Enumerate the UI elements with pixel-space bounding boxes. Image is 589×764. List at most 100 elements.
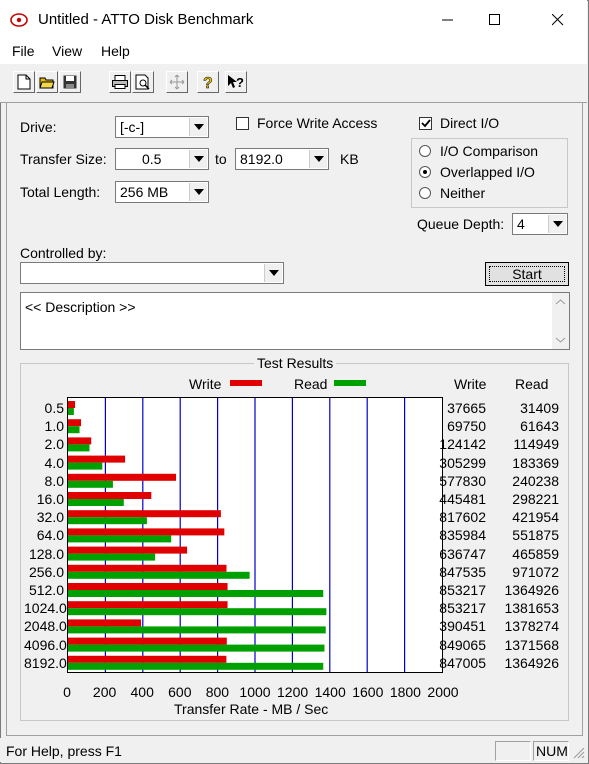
read-value: 31409 xyxy=(520,400,559,416)
write-bar xyxy=(68,637,227,645)
transfer-to-select[interactable]: 8192.0 xyxy=(235,148,329,170)
help-icon: ? xyxy=(203,75,213,90)
neither-label: Neither xyxy=(440,185,486,201)
write-bar xyxy=(68,528,225,536)
write-value: 124142 xyxy=(439,436,486,453)
read-bar xyxy=(68,499,124,506)
chevron-down-icon xyxy=(189,118,207,136)
force-write-checkbox[interactable] xyxy=(236,117,249,130)
description-textarea[interactable]: << Description >> xyxy=(20,292,570,350)
write-value: 835984 xyxy=(439,527,486,544)
read-bar xyxy=(68,408,74,415)
minimize-button[interactable] xyxy=(425,0,471,40)
chevron-down-icon xyxy=(548,215,566,233)
y-tick-label: 16.0 xyxy=(36,491,64,507)
save-button[interactable] xyxy=(59,71,81,93)
write-bar xyxy=(68,655,227,663)
scroll-down-icon xyxy=(555,337,566,343)
y-tick-label: 32.0 xyxy=(36,509,64,526)
read-value: 1364926 xyxy=(504,654,559,671)
controlled-by-label: Controlled by: xyxy=(20,245,107,261)
drive-select[interactable]: [-c-] xyxy=(115,116,209,138)
minimize-icon xyxy=(442,19,453,21)
write-bar xyxy=(68,473,177,481)
read-value: 1381653 xyxy=(504,600,559,617)
overlapped-io-radio[interactable] xyxy=(419,166,431,178)
check-icon xyxy=(421,119,431,128)
move-button[interactable] xyxy=(166,71,188,93)
write-legend-swatch xyxy=(230,380,262,386)
write-value: 445481 xyxy=(439,491,486,507)
drive-label: Drive: xyxy=(20,119,57,135)
transfer-from-select[interactable]: 0.5 xyxy=(115,148,209,170)
io-comparison-radio[interactable] xyxy=(419,145,431,157)
about-button[interactable]: ? xyxy=(197,71,219,93)
vertical-scrollbar[interactable] xyxy=(552,293,569,349)
results-chart-svg xyxy=(68,398,406,672)
write-value: 390451 xyxy=(439,618,486,635)
transfer-from-value: 0.5 xyxy=(142,151,162,167)
write-bar xyxy=(68,546,188,554)
total-length-value: 256 MB xyxy=(120,184,169,200)
test-results-title: Test Results xyxy=(254,355,337,371)
queue-depth-label: Queue Depth: xyxy=(417,216,505,232)
print-button[interactable] xyxy=(109,71,131,93)
menu-view[interactable]: View xyxy=(52,43,82,59)
maximize-button[interactable] xyxy=(472,0,518,40)
window-title: Untitled - ATTO Disk Benchmark xyxy=(38,11,254,28)
print-preview-button[interactable] xyxy=(132,71,154,93)
write-value: 853217 xyxy=(439,600,486,617)
read-value: 971072 xyxy=(512,563,559,580)
transfer-to-value: 8192.0 xyxy=(240,151,283,167)
open-button[interactable] xyxy=(36,71,58,93)
chevron-down-icon xyxy=(309,150,327,168)
x-tick-label: 2000 xyxy=(427,684,459,700)
read-bar xyxy=(68,608,327,616)
write-value: 636747 xyxy=(439,545,486,562)
start-button[interactable]: Start xyxy=(485,262,569,286)
write-legend-label: Write xyxy=(189,376,222,392)
x-tick-label: 1800 xyxy=(389,684,421,700)
x-tick-label: 200 xyxy=(92,684,117,700)
read-value: 240238 xyxy=(512,472,559,489)
y-tick-label: 2048.0 xyxy=(24,618,67,635)
svg-text:?: ? xyxy=(203,75,213,90)
direct-io-checkbox[interactable] xyxy=(419,117,432,130)
controlled-by-select[interactable] xyxy=(20,262,284,284)
write-value: 853217 xyxy=(439,582,486,598)
neither-radio[interactable] xyxy=(419,187,431,199)
status-pane-caps xyxy=(495,741,531,761)
write-bar xyxy=(68,492,152,499)
queue-depth-select[interactable]: 4 xyxy=(512,213,568,235)
open-folder-icon xyxy=(39,77,55,89)
write-value: 847535 xyxy=(439,563,486,580)
write-bar xyxy=(68,619,142,627)
read-value: 465859 xyxy=(512,545,559,562)
start-button-label: Start xyxy=(512,266,542,282)
total-length-select[interactable]: 256 MB xyxy=(115,181,209,203)
read-value: 1364926 xyxy=(504,582,559,598)
write-bar xyxy=(68,437,92,445)
y-tick-label: 256.0 xyxy=(28,563,64,580)
chevron-down-icon xyxy=(189,183,207,201)
resize-grip-icon[interactable] xyxy=(571,745,585,759)
context-help-button[interactable]: ? xyxy=(225,71,247,93)
write-value: 817602 xyxy=(439,509,486,526)
y-tick-label: 128.0 xyxy=(28,545,64,562)
num-indicator: NUM xyxy=(536,743,568,759)
write-value: 37665 xyxy=(447,400,486,416)
x-tick-label: 1000 xyxy=(239,684,271,700)
to-label: to xyxy=(215,151,227,167)
read-bar xyxy=(68,553,156,561)
svg-text:?: ? xyxy=(236,75,244,90)
read-bar xyxy=(68,444,90,452)
status-help-text: For Help, press F1 xyxy=(6,743,122,759)
menu-file[interactable]: File xyxy=(12,43,35,59)
write-value: 69750 xyxy=(447,418,486,435)
menu-help[interactable]: Help xyxy=(101,43,130,59)
close-button[interactable] xyxy=(535,0,581,40)
new-button[interactable] xyxy=(13,71,35,93)
write-bar xyxy=(68,601,228,609)
x-tick-label: 800 xyxy=(205,684,230,700)
y-tick-label: 4096.0 xyxy=(24,636,67,653)
